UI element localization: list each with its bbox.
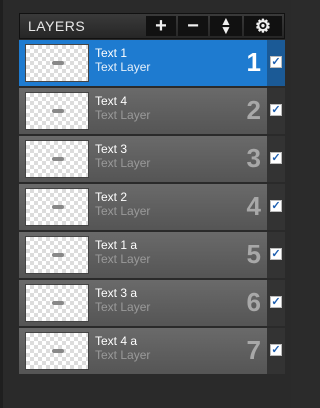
layer-row[interactable]: Text 2 Text Layer 4 ✓ [19,184,285,232]
layer-type: Text Layer [95,348,151,362]
layer-thumbnail [25,284,89,322]
layer-number: 6 [246,287,261,317]
layer-number: 5 [246,239,261,269]
layer-number: 7 [246,335,261,365]
layer-thumbnail [25,44,89,82]
visibility-column: ✓ [267,328,285,374]
layer-number: 4 [246,191,261,221]
visibility-column: ✓ [267,232,285,278]
layer-type: Text Layer [95,156,151,170]
add-layer-button[interactable]: + [146,16,176,36]
layer-name: Text 2 [95,190,128,204]
visibility-column: ✓ [267,136,285,182]
visibility-checkbox[interactable]: ✓ [270,104,282,116]
visibility-column: ✓ [267,88,285,134]
layer-row[interactable]: Text 1 a Text Layer 5 ✓ [19,232,285,280]
layer-name: Text 3 a [95,286,138,300]
layer-number: 2 [246,95,261,125]
visibility-checkbox[interactable]: ✓ [270,296,282,308]
layers-header: LAYERS + − ▲ ▼ ⚙ [19,13,285,39]
visibility-column: ✓ [267,184,285,230]
visibility-checkbox[interactable]: ✓ [270,248,282,260]
layer-thumbnail [25,332,89,370]
visibility-checkbox[interactable]: ✓ [270,152,282,164]
layer-name: Text 1 [95,46,128,60]
reorder-layer-button[interactable]: ▲ ▼ [210,15,242,37]
layer-thumbnail [25,236,89,274]
layers-panel: LAYERS + − ▲ ▼ ⚙ Text 1 Text Layer 1 ✓ T… [0,0,291,408]
layer-name: Text 4 [95,94,128,108]
layer-number: 3 [246,143,261,173]
arrow-down-icon: ▼ [220,23,232,37]
layer-row[interactable]: Text 3 Text Layer 3 ✓ [19,136,285,184]
layer-thumbnail [25,188,89,226]
layer-number: 1 [246,47,261,77]
layer-type: Text Layer [95,252,151,266]
layer-type: Text Layer [95,108,151,122]
layer-type: Text Layer [95,60,151,74]
visibility-column: ✓ [267,40,285,86]
visibility-column: ✓ [267,280,285,326]
layer-name: Text 1 a [95,238,138,252]
layer-row[interactable]: Text 4 Text Layer 2 ✓ [19,88,285,136]
layer-thumbnail [25,92,89,130]
layer-row[interactable]: Text 1 Text Layer 1 ✓ [19,40,285,88]
layer-thumbnail [25,140,89,178]
layer-row[interactable]: Text 4 a Text Layer 7 ✓ [19,328,285,376]
visibility-checkbox[interactable]: ✓ [270,200,282,212]
layer-row[interactable]: Text 3 a Text Layer 6 ✓ [19,280,285,328]
gear-icon[interactable]: ⚙ [244,16,282,36]
remove-layer-button[interactable]: − [178,16,208,36]
visibility-checkbox[interactable]: ✓ [270,344,282,356]
layer-type: Text Layer [95,300,151,314]
panel-title: LAYERS [28,18,86,34]
visibility-checkbox[interactable]: ✓ [270,56,282,68]
layer-name: Text 3 [95,142,128,156]
layer-type: Text Layer [95,204,151,218]
layer-name: Text 4 a [95,334,138,348]
layer-list: Text 1 Text Layer 1 ✓ Text 4 Text Layer … [19,40,285,408]
